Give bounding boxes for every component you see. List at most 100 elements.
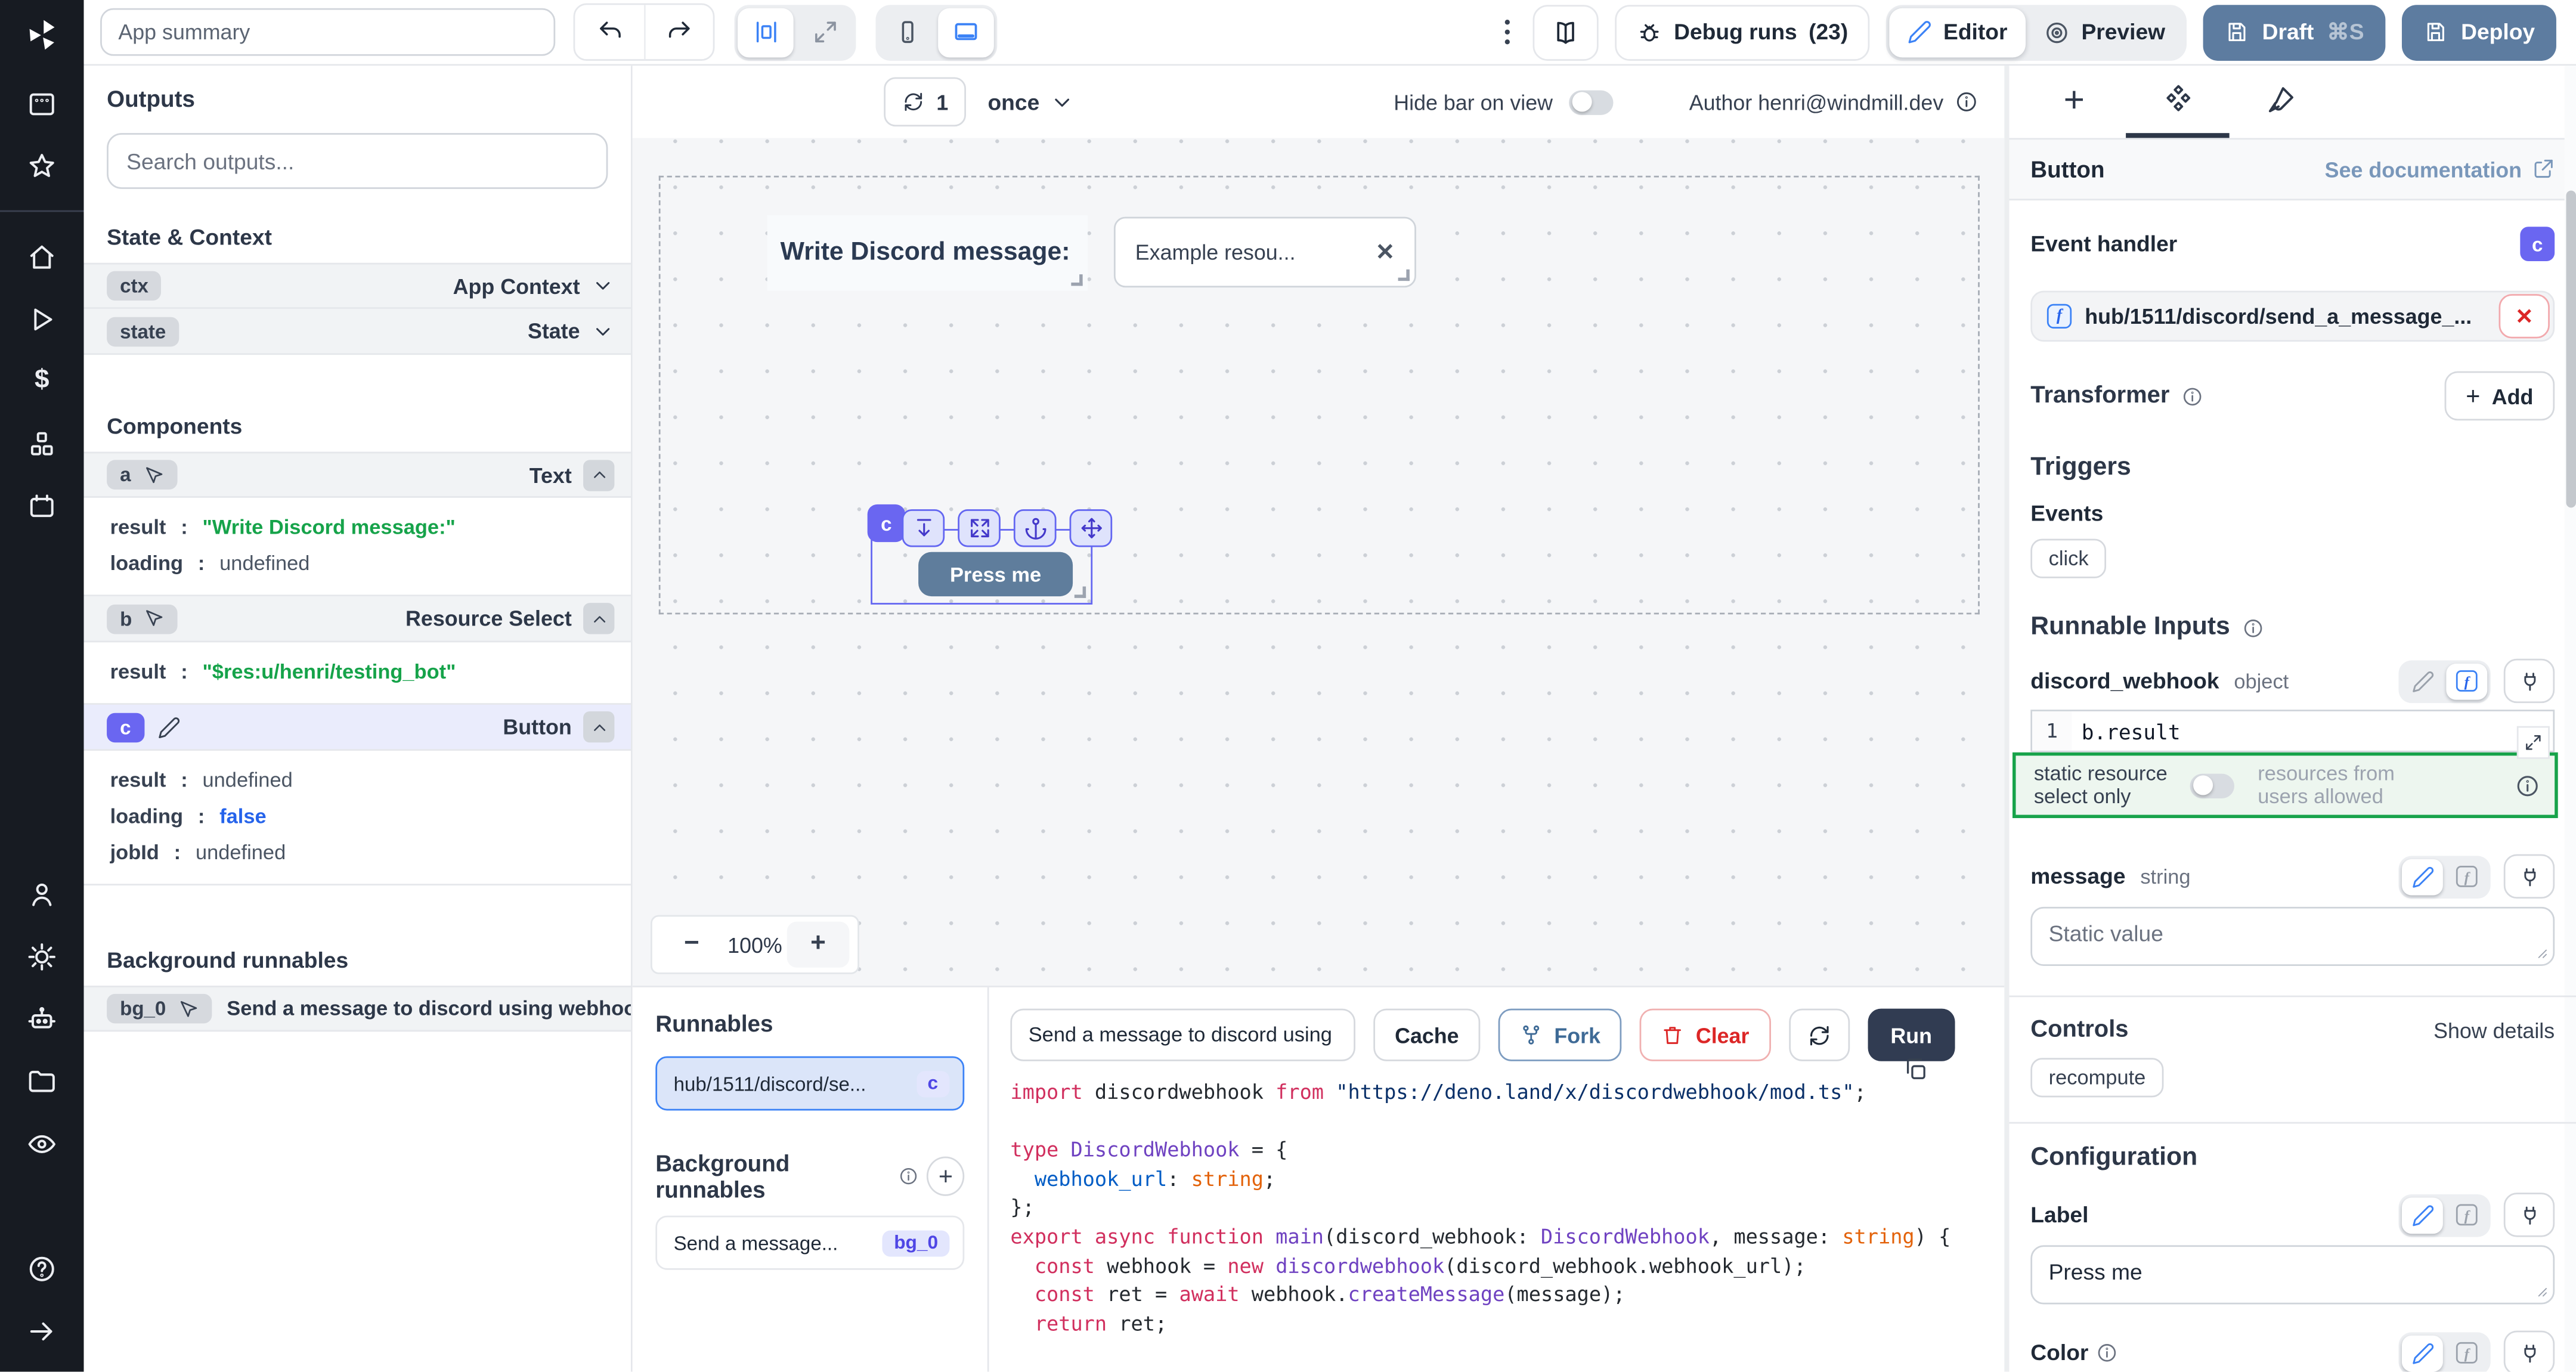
move-button[interactable] <box>1070 509 1113 547</box>
documentation-button[interactable] <box>1532 4 1598 60</box>
tab-editor[interactable]: Editor <box>1889 7 2026 57</box>
press-me-button[interactable]: Press me <box>918 552 1073 596</box>
output-row-ctx[interactable]: ctx App Context <box>84 263 631 309</box>
sidebar-user-icon[interactable] <box>0 862 84 925</box>
eval-mode-button[interactable]: f <box>2446 1197 2487 1233</box>
recompute-pill[interactable]: recompute <box>2030 1058 2163 1097</box>
kv-value[interactable]: "$res:u/henri/testing_bot" <box>202 661 456 684</box>
search-outputs-input[interactable] <box>107 133 608 189</box>
see-documentation-link[interactable]: See documentation <box>2325 157 2555 181</box>
zoom-out-button[interactable]: − <box>661 922 723 968</box>
kv-value[interactable]: undefined <box>219 552 309 575</box>
sidebar-workers-icon[interactable] <box>0 987 84 1050</box>
kv-key[interactable]: result <box>110 516 166 539</box>
kv-key[interactable]: loading <box>110 552 183 575</box>
mobile-view-button[interactable] <box>879 7 935 57</box>
sidebar-home-icon[interactable] <box>0 225 84 287</box>
resource-select-component[interactable]: Example resou... ✕ <box>1114 217 1416 287</box>
static-mode-button[interactable] <box>2402 859 2443 895</box>
sidebar-apps-icon[interactable] <box>0 72 84 135</box>
resize-handle[interactable] <box>1071 274 1082 286</box>
static-mode-button[interactable] <box>2402 663 2443 699</box>
eval-mode-button[interactable]: f <box>2446 663 2487 699</box>
info-icon[interactable] <box>1955 91 1979 114</box>
kv-key[interactable]: result <box>110 769 166 792</box>
more-menu-button[interactable] <box>1498 20 1516 44</box>
component-row-b[interactable]: b Resource Select <box>84 596 631 642</box>
app-canvas[interactable]: Write Discord message: Example resou... … <box>633 138 2005 986</box>
clear-button[interactable]: Clear <box>1640 1009 1770 1061</box>
connect-plug-button[interactable] <box>2504 1331 2555 1372</box>
static-mode-button[interactable] <box>2402 1335 2443 1371</box>
sidebar-collapse-icon[interactable] <box>0 1299 84 1362</box>
info-icon[interactable] <box>2243 617 2265 639</box>
show-details-link[interactable]: Show details <box>2433 1018 2555 1042</box>
sidebar-variables-icon[interactable]: $ <box>0 350 84 413</box>
kv-key[interactable]: jobId <box>110 841 159 865</box>
component-row-a[interactable]: a Text <box>84 452 631 498</box>
runnable-picker[interactable]: f hub/1511/discord/send_a_message_... ✕ <box>2030 291 2555 342</box>
kv-value[interactable]: "Write Discord message:" <box>202 516 455 539</box>
resize-handle[interactable] <box>1398 270 1410 281</box>
selected-button-component[interactable]: c Press me <box>871 529 1092 605</box>
info-icon[interactable] <box>899 1166 919 1186</box>
script-name-input[interactable] <box>1010 1009 1355 1061</box>
tab-component-settings[interactable] <box>2126 66 2230 138</box>
sidebar-runs-icon[interactable] <box>0 287 84 350</box>
debug-runs-button[interactable]: Debug runs (23) <box>1615 4 1869 60</box>
remove-runnable-button[interactable]: ✕ <box>2499 294 2550 338</box>
undo-button[interactable] <box>575 5 644 59</box>
collapse-a-button[interactable] <box>583 459 614 490</box>
info-icon[interactable] <box>2181 385 2203 407</box>
click-event-pill[interactable]: click <box>2030 539 2107 578</box>
background-runnable-row[interactable]: bg_0 Send a message to discord using web… <box>84 986 631 1032</box>
fullscreen-layout-button[interactable] <box>797 7 853 57</box>
kv-value[interactable]: undefined <box>202 769 292 792</box>
expand-editor-icon[interactable] <box>2517 726 2550 759</box>
anchor-button[interactable] <box>1014 509 1057 547</box>
sidebar-folders-icon[interactable] <box>0 1050 84 1113</box>
background-runnable-item[interactable]: Send a message... bg_0 <box>655 1216 964 1270</box>
collapse-c-button[interactable] <box>583 711 614 742</box>
maximize-button[interactable] <box>958 509 1001 547</box>
zoom-in-button[interactable]: + <box>787 922 850 968</box>
connect-plug-button[interactable] <box>2504 854 2555 899</box>
add-transformer-button[interactable]: + Add <box>2444 371 2555 421</box>
expand-down-button[interactable] <box>902 509 945 547</box>
collapse-b-button[interactable] <box>583 603 614 634</box>
eval-mode-button[interactable]: f <box>2446 1335 2487 1371</box>
code-content[interactable]: import discordwebhook from "https://deno… <box>1010 1079 2004 1342</box>
add-background-runnable-button[interactable]: + <box>927 1157 965 1196</box>
refresh-count-button[interactable]: 1 <box>884 77 966 126</box>
fork-button[interactable]: Fork <box>1498 1009 1622 1061</box>
expression-editor[interactable]: 1 b.result <box>2030 710 2555 752</box>
resource-mode-toggle[interactable] <box>2190 773 2234 797</box>
kv-value[interactable]: false <box>219 805 267 828</box>
chevron-down-icon[interactable] <box>592 320 615 343</box>
app-summary-input[interactable] <box>100 8 555 56</box>
eval-mode-button[interactable]: f <box>2446 859 2487 895</box>
static-mode-button[interactable] <box>2402 1197 2443 1233</box>
redo-button[interactable] <box>644 5 713 59</box>
hide-bar-toggle[interactable] <box>1569 89 1614 114</box>
cache-button[interactable]: Cache <box>1373 1009 1480 1061</box>
sidebar-help-icon[interactable] <box>0 1237 84 1300</box>
sidebar-settings-icon[interactable] <box>0 925 84 987</box>
copy-icon[interactable] <box>1902 1057 1928 1083</box>
clear-select-icon[interactable]: ✕ <box>1376 238 1395 266</box>
kv-value[interactable]: undefined <box>196 841 286 865</box>
kv-key[interactable]: result <box>110 661 166 684</box>
refresh-code-button[interactable] <box>1789 1009 1850 1061</box>
sidebar-favorites-icon[interactable] <box>0 135 84 197</box>
tab-preview[interactable]: Preview <box>2026 7 2184 57</box>
runnable-item-selected[interactable]: hub/1511/discord/se... c <box>655 1057 964 1111</box>
sidebar-schedules-icon[interactable] <box>0 475 84 537</box>
output-row-state[interactable]: state State <box>84 309 631 355</box>
run-button[interactable]: Run <box>1868 1009 1955 1061</box>
center-layout-button[interactable] <box>738 7 794 57</box>
resize-handle[interactable] <box>1075 587 1086 598</box>
component-id-tab[interactable]: c <box>868 504 905 542</box>
windmill-logo-icon[interactable] <box>0 0 84 72</box>
chevron-down-icon[interactable] <box>592 274 615 298</box>
kv-key[interactable]: loading <box>110 805 183 828</box>
